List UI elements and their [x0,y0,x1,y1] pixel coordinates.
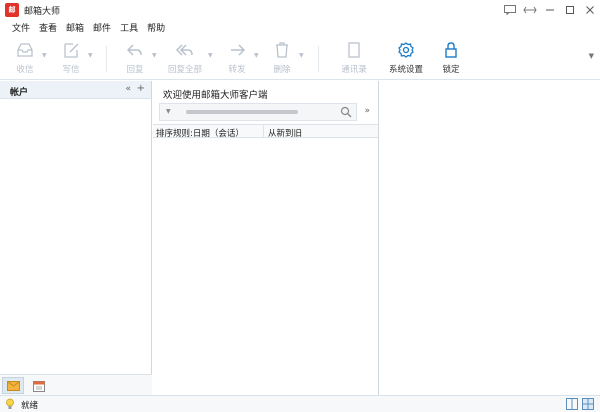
contacts-icon [348,42,360,58]
mail-icon [6,381,20,391]
lightbulb-icon [6,398,14,409]
status-icons [566,398,594,410]
blurred-account [186,110,298,114]
layout-icon[interactable] [566,398,578,410]
menu-view[interactable]: 查看 [39,20,57,38]
receive-button[interactable]: 收信 [8,41,42,77]
reply-all-caret-icon[interactable]: ▼ [208,52,213,59]
add-account-icon[interactable]: + [137,83,145,94]
trash-icon [276,42,288,58]
grid-icon[interactable] [582,398,594,410]
search-box: ▼ [159,103,357,121]
search-scope-caret-icon[interactable]: ▼ [166,108,171,115]
menu-bar: 文件 查看 邮箱 邮件 工具 帮助 [0,20,600,38]
status-bar: 就绪 [0,395,600,412]
compose-caret-icon[interactable]: ▼ [88,52,93,59]
mail-list-pane: 欢迎使用邮箱大师客户端 ▼ » 排序规则:日期（会话） 从新到旧 [153,81,379,395]
sort-bar: 排序规则:日期（会话） 从新到旧 [153,124,378,139]
delete-caret-icon[interactable]: ▼ [299,52,304,59]
reply-all-button[interactable]: 回复全部 [163,41,207,77]
accounts-header: 帐户 « + [0,81,151,99]
calendar-tab[interactable] [28,377,50,394]
receive-label: 收信 [16,65,34,75]
forward-caret-icon[interactable]: ▼ [254,52,259,59]
gear-icon [398,42,414,58]
lock-icon [445,42,457,58]
forward-label: 转发 [228,65,246,75]
toolbar: 收信 ▼ 写信 ▼ 回复 ▼ 回复全部 ▼ 转发 ▼ 删除 ▼ 通讯录 系统设置… [0,38,600,80]
calendar-icon [33,380,45,392]
menu-mail[interactable]: 邮件 [93,20,111,38]
skin-icon[interactable] [520,0,540,20]
maximize-button[interactable] [560,0,580,20]
pane-switcher [0,374,152,395]
collapse-icon[interactable]: « [125,84,131,94]
title-bar: 邮 邮箱大师 [0,0,600,20]
compose-label: 写信 [62,65,80,75]
settings-button[interactable]: 系统设置 [386,41,426,77]
reply-icon [126,44,142,56]
compose-icon [64,43,79,58]
contacts-label: 通讯录 [341,65,367,75]
app-title: 邮箱大师 [24,7,61,17]
menu-help[interactable]: 帮助 [147,20,165,38]
receive-caret-icon[interactable]: ▼ [42,52,47,59]
menu-mailbox[interactable]: 邮箱 [66,20,84,38]
minimize-button[interactable] [540,0,560,20]
sort-rule[interactable]: 排序规则:日期（会话） [156,127,244,139]
compose-button[interactable]: 写信 [54,41,88,77]
lock-button[interactable]: 锁定 [436,41,466,77]
accounts-title: 帐户 [10,88,29,98]
accounts-pane: 帐户 « + [0,81,152,395]
toolbar-divider [106,46,107,72]
chat-icon[interactable] [500,0,520,20]
search-icon[interactable] [340,106,352,118]
reply-label: 回复 [126,65,144,75]
sort-divider [263,125,264,138]
forward-button[interactable]: 转发 [220,41,254,77]
window-controls [500,0,600,20]
welcome-text: 欢迎使用邮箱大师客户端 [163,90,268,101]
toolbar-divider [318,46,319,72]
sort-order[interactable]: 从新到旧 [268,127,302,139]
contacts-button[interactable]: 通讯录 [336,41,372,77]
settings-label: 系统设置 [388,65,423,75]
reply-all-icon [175,44,193,56]
menu-file[interactable]: 文件 [12,20,30,38]
delete-label: 删除 [273,65,291,75]
menu-tools[interactable]: 工具 [120,20,138,38]
app-logo-icon: 邮 [5,3,19,17]
reading-pane [380,81,600,395]
delete-button[interactable]: 删除 [265,41,299,77]
toolbar-more-icon[interactable]: ▼ [589,52,594,60]
reply-all-label: 回复全部 [167,65,202,75]
mail-tab[interactable] [2,377,24,394]
reply-button[interactable]: 回复 [118,41,152,77]
forward-icon [231,44,246,56]
reply-caret-icon[interactable]: ▼ [152,52,157,59]
expand-filter-icon[interactable]: » [364,106,370,116]
status-text: 就绪 [21,401,39,411]
close-button[interactable] [580,0,600,20]
inbox-icon [17,43,33,57]
lock-label: 锁定 [442,65,460,75]
